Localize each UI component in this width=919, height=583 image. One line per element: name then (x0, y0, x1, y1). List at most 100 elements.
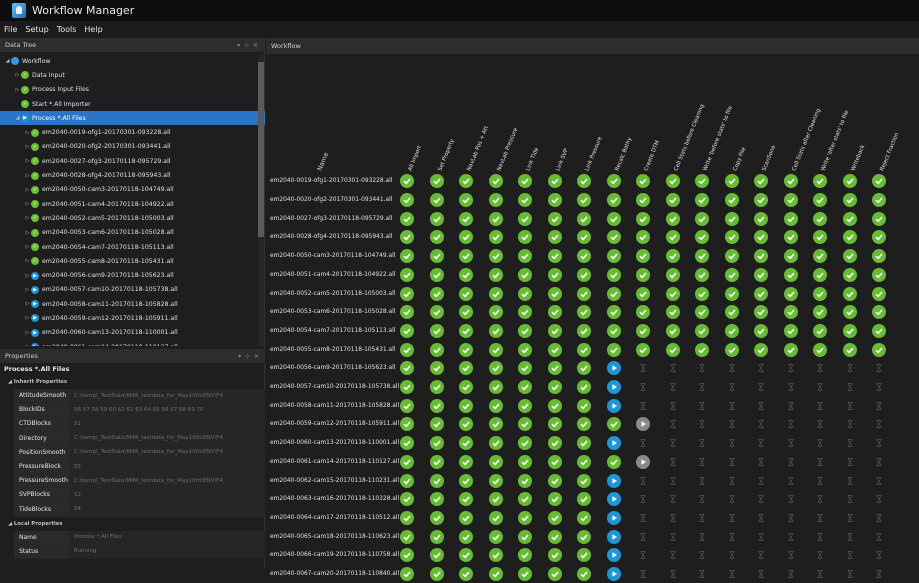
hourglass-icon[interactable] (695, 492, 709, 506)
hourglass-icon[interactable] (636, 436, 650, 450)
check-circle-icon[interactable] (459, 211, 473, 226)
check-circle-icon[interactable] (429, 193, 444, 208)
check-circle-icon[interactable] (636, 211, 650, 226)
hourglass-icon[interactable] (843, 455, 857, 469)
check-circle-icon[interactable] (813, 267, 827, 282)
collapse-arrow-icon[interactable]: ◢ (4, 58, 11, 64)
check-circle-icon[interactable] (813, 230, 827, 245)
check-circle-icon[interactable] (488, 342, 503, 357)
hourglass-icon[interactable] (725, 530, 739, 544)
check-circle-icon[interactable] (636, 193, 650, 208)
check-circle-icon[interactable] (813, 193, 827, 208)
check-circle-icon[interactable] (872, 267, 886, 282)
check-circle-icon[interactable] (400, 267, 414, 282)
check-circle-icon[interactable] (518, 174, 532, 189)
check-circle-icon[interactable] (783, 342, 798, 357)
check-circle-icon[interactable] (547, 417, 562, 432)
check-circle-icon[interactable] (400, 567, 414, 582)
workflow-row[interactable]: em2040-0050-cam3-20170118-104749.all (266, 247, 919, 266)
hourglass-icon[interactable] (843, 548, 857, 562)
check-circle-icon[interactable] (577, 473, 591, 488)
check-circle-icon[interactable] (400, 361, 414, 376)
hourglass-icon[interactable] (725, 436, 739, 450)
check-circle-icon[interactable] (754, 342, 768, 357)
check-circle-icon[interactable] (547, 249, 562, 264)
hourglass-icon[interactable] (813, 474, 827, 488)
check-circle-icon[interactable] (429, 267, 444, 282)
check-circle-icon[interactable] (636, 267, 650, 282)
check-circle-icon[interactable] (665, 323, 680, 338)
menu-tools[interactable]: Tools (57, 25, 77, 34)
expand-arrow-icon[interactable]: ▷ (24, 230, 31, 236)
check-circle-icon[interactable] (783, 230, 798, 245)
workflow-row[interactable]: em2040-0020-ofg2-20170301-093441.all (266, 191, 919, 210)
hourglass-icon[interactable] (754, 436, 768, 450)
check-circle-icon[interactable] (518, 492, 532, 507)
property-value[interactable]: 56 57 58 59 60 61 62 63 64 65 66 67 68 6… (70, 403, 265, 417)
hourglass-icon[interactable] (813, 399, 827, 413)
property-value[interactable]: 55 (70, 459, 265, 474)
check-circle-icon[interactable] (577, 323, 591, 338)
check-circle-icon[interactable] (518, 286, 532, 301)
check-circle-icon[interactable] (429, 286, 444, 301)
play-circle-icon[interactable] (636, 454, 650, 469)
check-circle-icon[interactable] (400, 492, 414, 507)
hourglass-icon[interactable] (843, 417, 857, 431)
check-circle-icon[interactable] (459, 286, 473, 301)
check-circle-icon[interactable] (488, 361, 503, 376)
property-value[interactable]: 52 (70, 488, 265, 502)
play-circle-icon[interactable] (606, 473, 621, 488)
check-circle-icon[interactable] (577, 342, 591, 357)
check-circle-icon[interactable] (429, 398, 444, 413)
property-value[interactable]: C:\temp\_TestData\MINI_testdata_for_May1… (70, 389, 265, 403)
check-circle-icon[interactable] (429, 305, 444, 320)
expand-arrow-icon[interactable]: ▷ (24, 187, 31, 193)
check-circle-icon[interactable] (459, 267, 473, 282)
workflow-row[interactable]: em2040-0061-cam14-20170118-110127.all (266, 453, 919, 472)
check-circle-icon[interactable] (459, 305, 473, 320)
check-circle-icon[interactable] (577, 249, 591, 264)
check-circle-icon[interactable] (665, 211, 680, 226)
check-circle-icon[interactable] (577, 305, 591, 320)
check-circle-icon[interactable] (547, 567, 562, 582)
check-circle-icon[interactable] (695, 342, 709, 357)
check-circle-icon[interactable] (429, 174, 444, 189)
check-circle-icon[interactable] (488, 249, 503, 264)
check-circle-icon[interactable] (665, 286, 680, 301)
check-circle-icon[interactable] (400, 174, 414, 189)
check-circle-icon[interactable] (400, 473, 414, 488)
check-circle-icon[interactable] (429, 529, 444, 544)
check-circle-icon[interactable] (606, 417, 621, 432)
hourglass-icon[interactable] (784, 380, 798, 394)
property-value[interactable]: 54 (70, 502, 265, 516)
check-circle-icon[interactable] (547, 211, 562, 226)
workflow-tab[interactable]: Workflow (266, 38, 919, 54)
check-circle-icon[interactable] (783, 267, 798, 282)
hourglass-icon[interactable] (784, 436, 798, 450)
property-value[interactable]: C:\temp\_TestData\MINI_testdata_for_May1… (70, 445, 265, 459)
expand-arrow-icon[interactable]: ▷ (24, 173, 31, 179)
check-circle-icon[interactable] (665, 249, 680, 264)
check-circle-icon[interactable] (547, 398, 562, 413)
check-circle-icon[interactable] (518, 249, 532, 264)
check-circle-icon[interactable] (754, 286, 768, 301)
check-circle-icon[interactable] (459, 548, 473, 563)
workflow-row[interactable]: em2040-0027-ofg3-20170118-095729.all (266, 209, 919, 228)
check-circle-icon[interactable] (606, 305, 621, 320)
check-circle-icon[interactable] (459, 567, 473, 582)
check-circle-icon[interactable] (754, 323, 768, 338)
check-circle-icon[interactable] (842, 323, 857, 338)
check-circle-icon[interactable] (754, 211, 768, 226)
hourglass-icon[interactable] (754, 417, 768, 431)
hourglass-icon[interactable] (843, 530, 857, 544)
check-circle-icon[interactable] (547, 174, 562, 189)
check-circle-icon[interactable] (695, 174, 709, 189)
check-circle-icon[interactable] (695, 286, 709, 301)
play-circle-icon[interactable] (606, 436, 621, 451)
hourglass-icon[interactable] (784, 548, 798, 562)
check-circle-icon[interactable] (754, 267, 768, 282)
check-circle-icon[interactable] (636, 286, 650, 301)
hourglass-icon[interactable] (813, 380, 827, 394)
hourglass-icon[interactable] (754, 380, 768, 394)
check-circle-icon[interactable] (547, 342, 562, 357)
